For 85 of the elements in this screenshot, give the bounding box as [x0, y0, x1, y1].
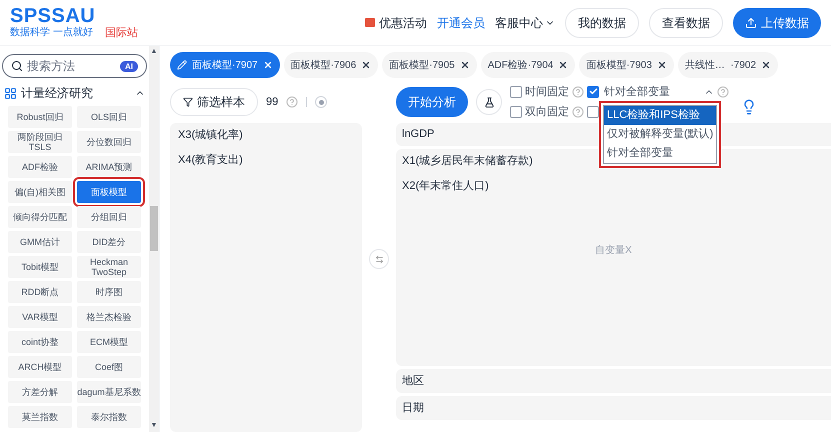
method-button[interactable]: 时序图: [77, 281, 141, 303]
date-field[interactable]: 日期: [396, 396, 831, 420]
tab[interactable]: ADF检验·7904: [480, 52, 576, 78]
method-button[interactable]: Coef图: [77, 356, 141, 378]
method-button[interactable]: 格兰杰检验: [77, 306, 141, 328]
tab[interactable]: 面板模型·7907: [170, 52, 280, 78]
nav-button[interactable]: 我的数据: [565, 8, 639, 38]
gift-icon: [365, 18, 375, 27]
search-field[interactable]: 搜索方法 AI: [2, 54, 147, 78]
method-button[interactable]: Heckman TwoStep: [77, 256, 141, 278]
tab[interactable]: 面板模型·7903: [579, 52, 674, 78]
method-button[interactable]: ARCH模型: [8, 356, 72, 378]
method-button[interactable]: 两阶段回归 TSLS: [8, 131, 72, 153]
method-button[interactable]: ADF检验: [8, 156, 72, 178]
settings-icon[interactable]: [315, 96, 328, 108]
method-button[interactable]: DID差分: [77, 231, 141, 253]
upload-icon: [745, 16, 757, 28]
variable-item[interactable]: X4(教育支出): [178, 152, 354, 168]
service-menu[interactable]: 客服中心: [495, 14, 555, 32]
method-button[interactable]: 分组回归: [77, 206, 141, 228]
membership-link[interactable]: 开通会员: [437, 14, 485, 32]
region-field[interactable]: 地区: [396, 369, 831, 393]
tab[interactable]: 面板模型·7905: [382, 52, 477, 78]
method-button[interactable]: 倾向得分匹配: [8, 206, 72, 228]
method-button[interactable]: 泰尔指数: [77, 406, 141, 428]
method-button[interactable]: 分位数回归: [77, 131, 141, 153]
promo-link[interactable]: 优惠活动: [379, 14, 427, 32]
search-icon: [11, 60, 23, 72]
swap-button[interactable]: [369, 249, 389, 269]
close-icon: [761, 60, 772, 70]
close-icon: [558, 60, 568, 70]
sample-count: 99: [266, 94, 278, 110]
checkbox[interactable]: [510, 86, 522, 98]
checkbox[interactable]: [587, 86, 599, 98]
help-icon[interactable]: [717, 86, 729, 98]
method-button[interactable]: RDD断点: [8, 281, 72, 303]
flask-icon: [484, 96, 494, 108]
close-icon: [656, 60, 667, 70]
method-button[interactable]: VAR模型: [8, 306, 72, 328]
help-icon[interactable]: [572, 106, 584, 118]
upload-button[interactable]: 上传数据: [733, 8, 821, 38]
filter-icon: [183, 97, 193, 107]
field-hint: 自变量X: [594, 244, 633, 258]
brand-slogan: 数据科学 一点就好: [10, 26, 93, 40]
scroll-thumb[interactable]: [150, 206, 158, 251]
swap-icon: [374, 254, 384, 264]
site-label[interactable]: 国际站: [104, 26, 138, 40]
tab[interactable]: 共线性… ·7902: [678, 52, 778, 78]
variable-item[interactable]: lnGDP: [402, 126, 434, 143]
variable-item[interactable]: X3(城镇化率): [178, 127, 354, 144]
dropdown-option[interactable]: 仅对被解释变量(默认): [604, 125, 716, 144]
grid-icon: [4, 86, 17, 100]
help-icon[interactable]: [286, 96, 298, 108]
method-button[interactable]: 偏(自)相关图: [8, 181, 72, 203]
close-icon: [262, 60, 273, 70]
method-button[interactable]: GMM估计: [8, 231, 72, 253]
close-icon: [460, 60, 470, 70]
filter-button[interactable]: 筛选样本: [170, 88, 258, 116]
nav-button[interactable]: 查看数据: [649, 8, 723, 38]
method-button[interactable]: dagum基尼系数: [77, 381, 141, 403]
test-select[interactable]: 针对全部变量: [604, 84, 714, 100]
method-button[interactable]: 方差分解: [8, 381, 72, 403]
help-icon[interactable]: [572, 86, 584, 98]
method-button[interactable]: ARIMA预测: [77, 156, 141, 178]
method-button[interactable]: OLS回归: [77, 106, 141, 128]
method-button[interactable]: 面板模型: [77, 181, 141, 203]
checkbox[interactable]: [510, 106, 522, 118]
close-icon: [361, 60, 372, 70]
flask-button[interactable]: [476, 89, 502, 115]
ai-badge[interactable]: AI: [120, 60, 138, 72]
edit-icon: [177, 60, 187, 70]
brand-logo[interactable]: SPSSAU: [10, 6, 138, 26]
checkbox[interactable]: [587, 106, 599, 118]
method-button[interactable]: Tobit模型: [8, 256, 72, 278]
dropdown-option[interactable]: LLC检验和IPS检验: [604, 106, 716, 125]
method-button[interactable]: coint协整: [8, 331, 72, 353]
option-label[interactable]: 双向固定: [525, 104, 569, 120]
tab[interactable]: 面板模型·7906: [284, 52, 378, 78]
category-header[interactable]: 计量经济研究: [2, 80, 147, 106]
variable-item[interactable]: X2(年末常住人口): [402, 178, 825, 194]
option-label[interactable]: 时间固定: [525, 84, 569, 100]
method-button[interactable]: Robust回归: [8, 106, 72, 128]
method-button[interactable]: 莫兰指数: [8, 406, 72, 428]
start-analysis-button[interactable]: 开始分析: [396, 87, 468, 117]
method-button[interactable]: ECM模型: [77, 331, 141, 353]
